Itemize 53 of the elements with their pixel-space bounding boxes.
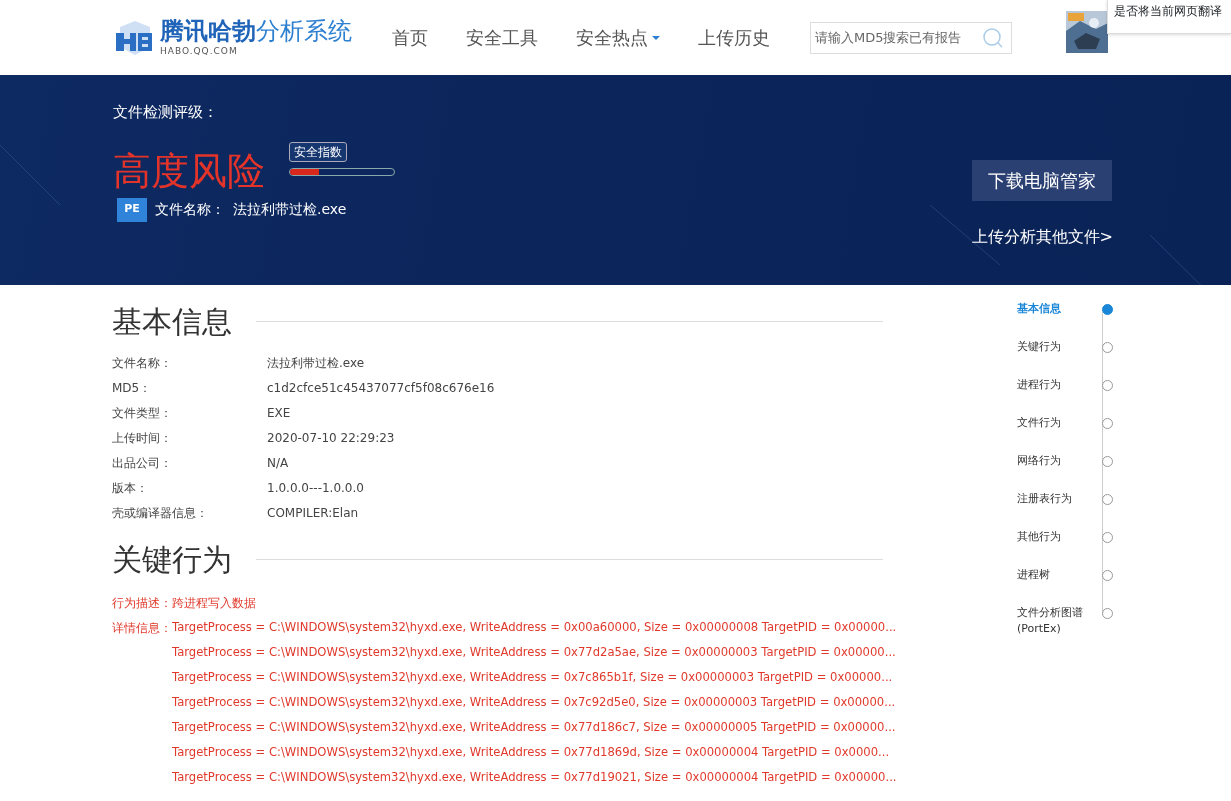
caret-icon <box>652 35 660 40</box>
logo-subtitle: 分析系统 <box>256 19 352 43</box>
info-value: 1.0.0.0---1.0.0.0 <box>267 479 364 497</box>
nav-link[interactable]: 安全工具 <box>466 24 538 51</box>
side-nav-item[interactable]: 网络行为 <box>1017 453 1061 469</box>
info-label: 出品公司： <box>112 454 173 472</box>
details-label: 详情信息： <box>112 619 172 637</box>
side-nav-item[interactable]: 注册表行为 <box>1017 491 1072 507</box>
file-name-label: 文件名称： <box>155 200 225 219</box>
side-nav-item[interactable]: 文件分析图谱 (PortEx) <box>1017 605 1083 637</box>
nav-link[interactable]: 首页 <box>392 24 428 51</box>
section-title: 关键行为 <box>112 541 232 579</box>
info-label: 上传时间： <box>112 429 173 447</box>
detail-line: TargetProcess = C:\WINDOWS\system32\hyxd.exe, WriteAddress = 0x77d2a5ae, Size = 0x00000003 TargetPID = 0x00000... <box>172 643 896 661</box>
info-value: 2020-07-10 22:29:23 <box>267 429 395 447</box>
section-title: 基本信息 <box>112 303 232 341</box>
logo-domain: HABO.QQ.COM <box>160 47 238 56</box>
info-value: EXE <box>267 404 291 422</box>
logo-title: 腾讯哈勃 <box>160 19 256 43</box>
nav-link[interactable]: 上传历史 <box>698 24 770 51</box>
info-value: c1d2cfce51c45437077cf5f08c676e16 <box>267 379 495 397</box>
nav-link[interactable]: 安全热点 <box>576 24 660 51</box>
detail-line: TargetProcess = C:\WINDOWS\system32\hyxd.exe, WriteAddress = 0x7c865b1f, Size = 0x00000003 TargetPID = 0x00000... <box>172 668 893 686</box>
safety-index-label: 安全指数 <box>289 141 347 162</box>
behavior-label: 行为描述： <box>112 594 172 612</box>
behavior-description: 跨进程写入数据 <box>172 594 256 612</box>
side-nav-item[interactable]: 进程树 <box>1017 567 1050 583</box>
side-nav-item[interactable]: 关键行为 <box>1017 339 1061 355</box>
info-label: 版本： <box>112 479 149 497</box>
side-nav-item[interactable]: 其他行为 <box>1017 529 1061 545</box>
info-label: 壳或编译器信息： <box>112 504 209 522</box>
risk-rating: 高度风险 <box>113 151 265 190</box>
upload-link[interactable]: 上传分析其他文件> <box>971 225 1113 249</box>
info-label: 文件类型： <box>112 404 173 422</box>
detail-line: TargetProcess = C:\WINDOWS\system32\hyxd.exe, WriteAddress = 0x00a60000, Size = 0x00000008 TargetPID = 0x00000... <box>172 618 897 636</box>
detail-line: TargetProcess = C:\WINDOWS\system32\hyxd.exe, WriteAddress = 0x7c92d5e0, Size = 0x00000003 TargetPID = 0x00000... <box>172 693 896 711</box>
rating-label: 文件检测评级： <box>113 102 219 123</box>
detail-line: TargetProcess = C:\WINDOWS\system32\hyxd.exe, WriteAddress = 0x77d19021, Size = 0x00000004 TargetPID = 0x00000... <box>172 768 897 786</box>
info-value: N/A <box>267 454 289 472</box>
download-button[interactable]: 下载电脑管家 <box>971 160 1112 201</box>
file-name: 法拉利带过检.exe <box>233 200 347 219</box>
detail-line: TargetProcess = C:\WINDOWS\system32\hyxd.exe, WriteAddress = 0x77d1869d, Size = 0x00000004 TargetPID = 0x0000... <box>172 743 890 761</box>
file-icon: PE <box>117 197 147 222</box>
search-field[interactable]: 请输入MD5搜索已有报告 <box>810 21 1012 54</box>
translate-prompt: 是否将当前网页翻译 <box>1107 0 1231 34</box>
side-nav-item[interactable]: 进程行为 <box>1017 377 1061 393</box>
side-nav-item[interactable]: 基本信息 <box>1017 301 1061 317</box>
info-label: 文件名称： <box>112 354 173 372</box>
info-label: MD5： <box>112 379 153 397</box>
info-value: 法拉利带过检.exe <box>267 354 365 372</box>
info-value: COMPILER:Elan <box>267 504 359 522</box>
detail-line: TargetProcess = C:\WINDOWS\system32\hyxd.exe, WriteAddress = 0x77d186c7, Size = 0x00000005 TargetPID = 0x00000... <box>172 718 896 736</box>
side-nav-item[interactable]: 文件行为 <box>1017 415 1061 431</box>
